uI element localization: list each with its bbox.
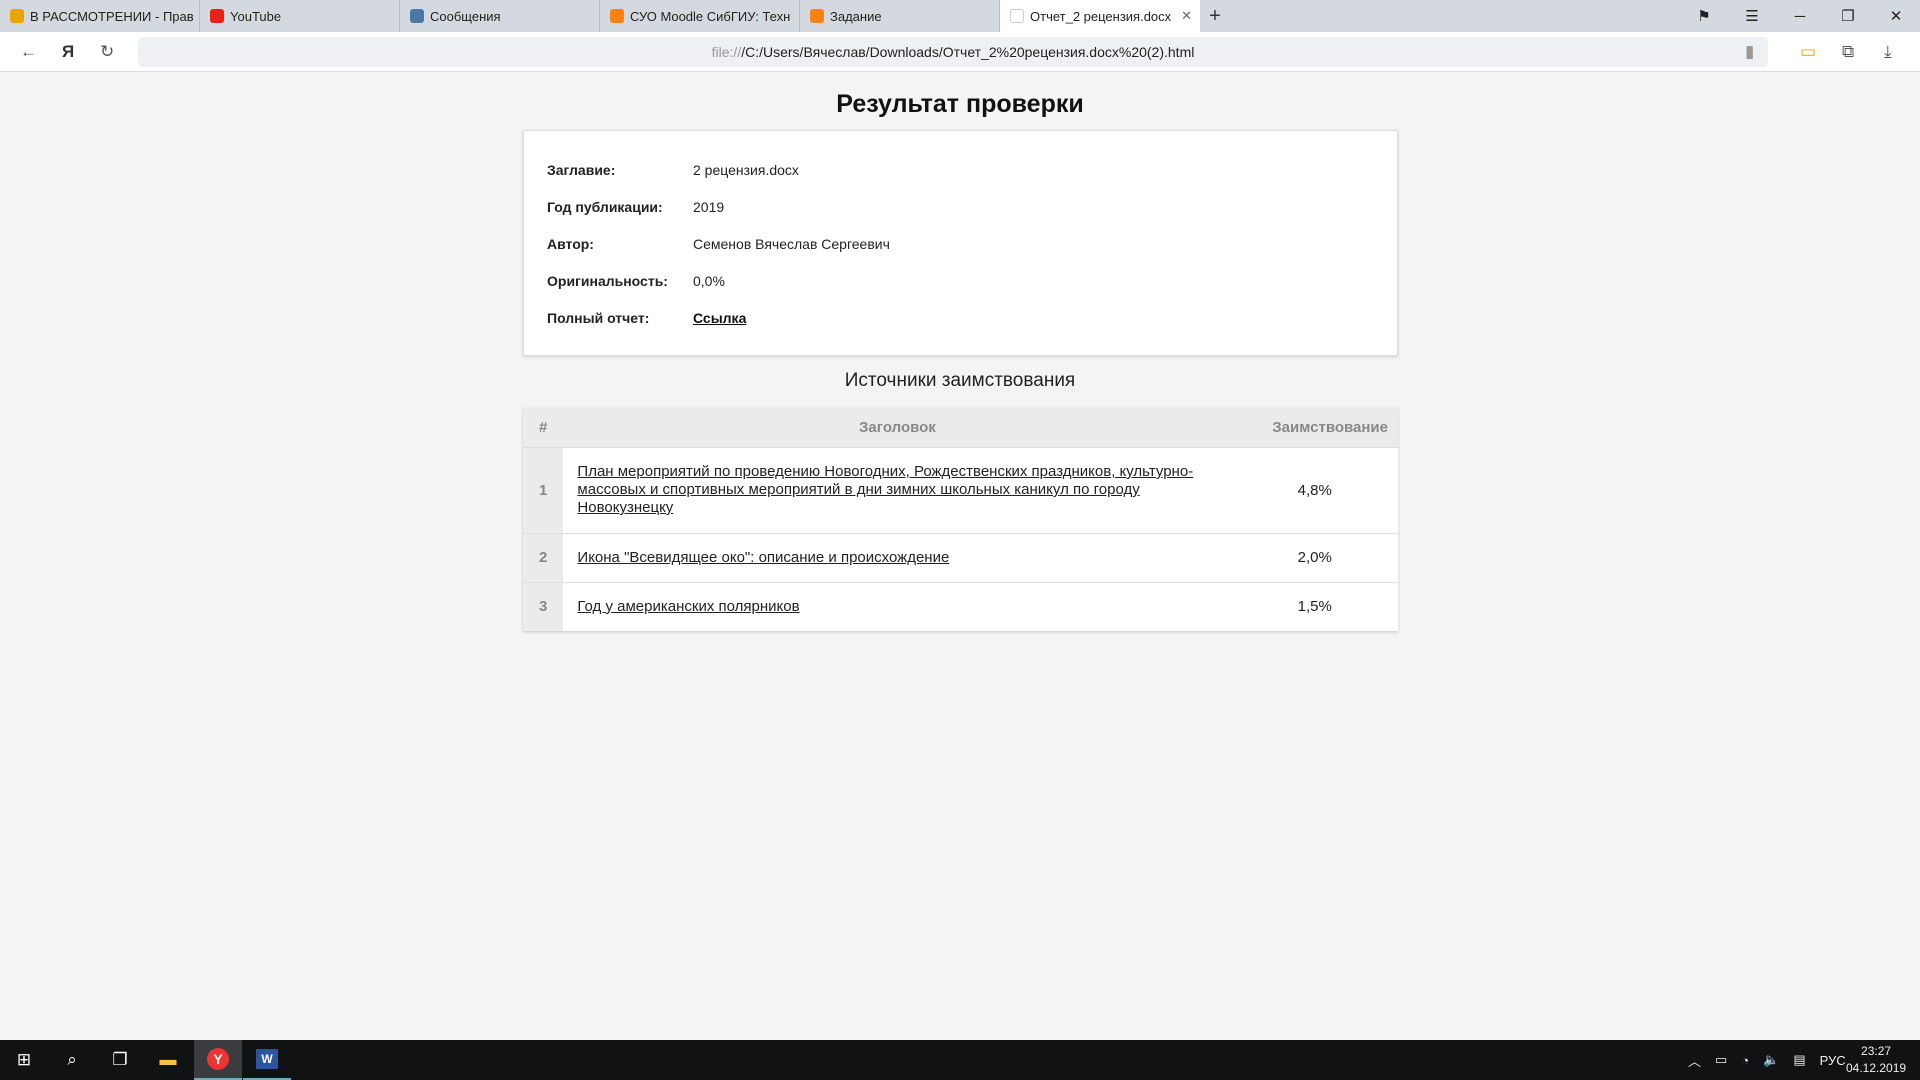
document-icon [1010, 9, 1024, 23]
battery-saver-icon[interactable]: ▭ [1800, 42, 1816, 62]
new-tab-button[interactable]: + [1200, 0, 1230, 32]
tab-assignment[interactable]: Задание [800, 0, 1000, 32]
close-tab-icon[interactable]: ✕ [1181, 8, 1192, 24]
tab-youtube[interactable]: YouTube [200, 0, 400, 32]
moodle-icon [810, 9, 824, 23]
header-title: Заголовок [563, 408, 1232, 447]
download-icon[interactable]: ⤓ [1884, 42, 1892, 62]
back-icon[interactable]: ← [20, 42, 37, 62]
vk-messages-icon [410, 9, 424, 23]
bookmarks-icon[interactable]: ⚑ [1680, 0, 1728, 32]
task-view-icon[interactable]: ❐ [96, 1040, 144, 1080]
restore-button[interactable]: ❐ [1824, 0, 1872, 32]
tray-chevron-icon[interactable]: ︿ [1688, 1051, 1701, 1070]
page-content: Результат проверки Заглавие: 2 рецензия.d… [0, 72, 1920, 1040]
address-bar: ← Я ↻ file:///C:/Users/Вячеслав/Download… [0, 32, 1920, 72]
full-report-link[interactable]: Ссылка [693, 310, 746, 326]
table-row: 1 План мероприятий по проведению Новогодн… [523, 446, 1398, 533]
clock[interactable]: 23:27 04.12.2019 [1846, 1040, 1906, 1080]
notifications-icon[interactable]: ▤ [1793, 1052, 1805, 1068]
tab-messages[interactable]: Сообщения [400, 0, 600, 32]
table-row: 2 Икона "Всевидящее око": описание и прои… [523, 532, 1398, 582]
sources-title: Источники заимствования [844, 370, 1076, 391]
tab-report[interactable]: Отчет_2 рецензия.docx ✕ [1000, 0, 1200, 32]
search-icon[interactable]: ⌕ [48, 1040, 96, 1080]
table-row: 3 Год у американских полярников 1,5% [523, 581, 1398, 631]
page-title: Результат проверки [836, 90, 1084, 118]
menu-icon[interactable]: ☰ [1728, 0, 1776, 32]
tab-moodle[interactable]: СУО Moodle СибГИУ: Техн [600, 0, 800, 32]
volume-icon[interactable]: 🔈 [1763, 1052, 1779, 1068]
moodle-icon [610, 9, 624, 23]
source-link[interactable]: План мероприятий по проведению Новогодни… [577, 463, 1217, 517]
tab-rospatent[interactable]: В РАССМОТРЕНИИ - Прав [0, 0, 200, 32]
file-explorer-icon[interactable]: ▬ [144, 1040, 192, 1080]
word-icon[interactable]: W [243, 1040, 291, 1080]
tab-bar: В РАССМОТРЕНИИ - Прав YouTube Сообщения … [0, 0, 1920, 32]
wifi-icon[interactable]: ◔ [1741, 1053, 1749, 1068]
info-card: Заглавие: 2 рецензия.docx Год публикации:… [523, 130, 1398, 356]
sources-table: # Заголовок Заимствование 1 План мероприя… [523, 408, 1398, 631]
language-indicator[interactable]: РУС [1820, 1053, 1846, 1068]
close-window-button[interactable]: ✕ [1872, 0, 1920, 32]
yandex-browser-icon[interactable]: Y [194, 1040, 242, 1080]
translate-icon[interactable]: ⧉ [1842, 42, 1854, 62]
yandex-icon[interactable]: Я [62, 42, 74, 62]
rospatent-icon [10, 9, 24, 23]
youtube-icon [210, 9, 224, 23]
header-num: # [523, 408, 564, 447]
reload-icon[interactable]: ↻ [100, 42, 114, 62]
taskbar: ⊞ ⌕ ❐ ▬ Y W ︿ ▭ ◔ 🔈 ▤ РУС 23:27 04.12.20… [0, 1040, 1920, 1080]
minimize-button[interactable]: ─ [1776, 0, 1824, 32]
battery-icon[interactable]: ▭ [1715, 1052, 1727, 1068]
start-icon[interactable]: ⊞ [0, 1040, 48, 1080]
header-borrowing: Заимствование [1231, 408, 1398, 447]
source-link[interactable]: Год у американских полярников [577, 598, 1217, 616]
source-link[interactable]: Икона "Всевидящее око": описание и проис… [577, 549, 1217, 567]
bookmark-icon[interactable]: ▮ [1745, 42, 1754, 62]
url-input[interactable]: file:///C:/Users/Вячеслав/Downloads/Отче… [138, 37, 1768, 67]
